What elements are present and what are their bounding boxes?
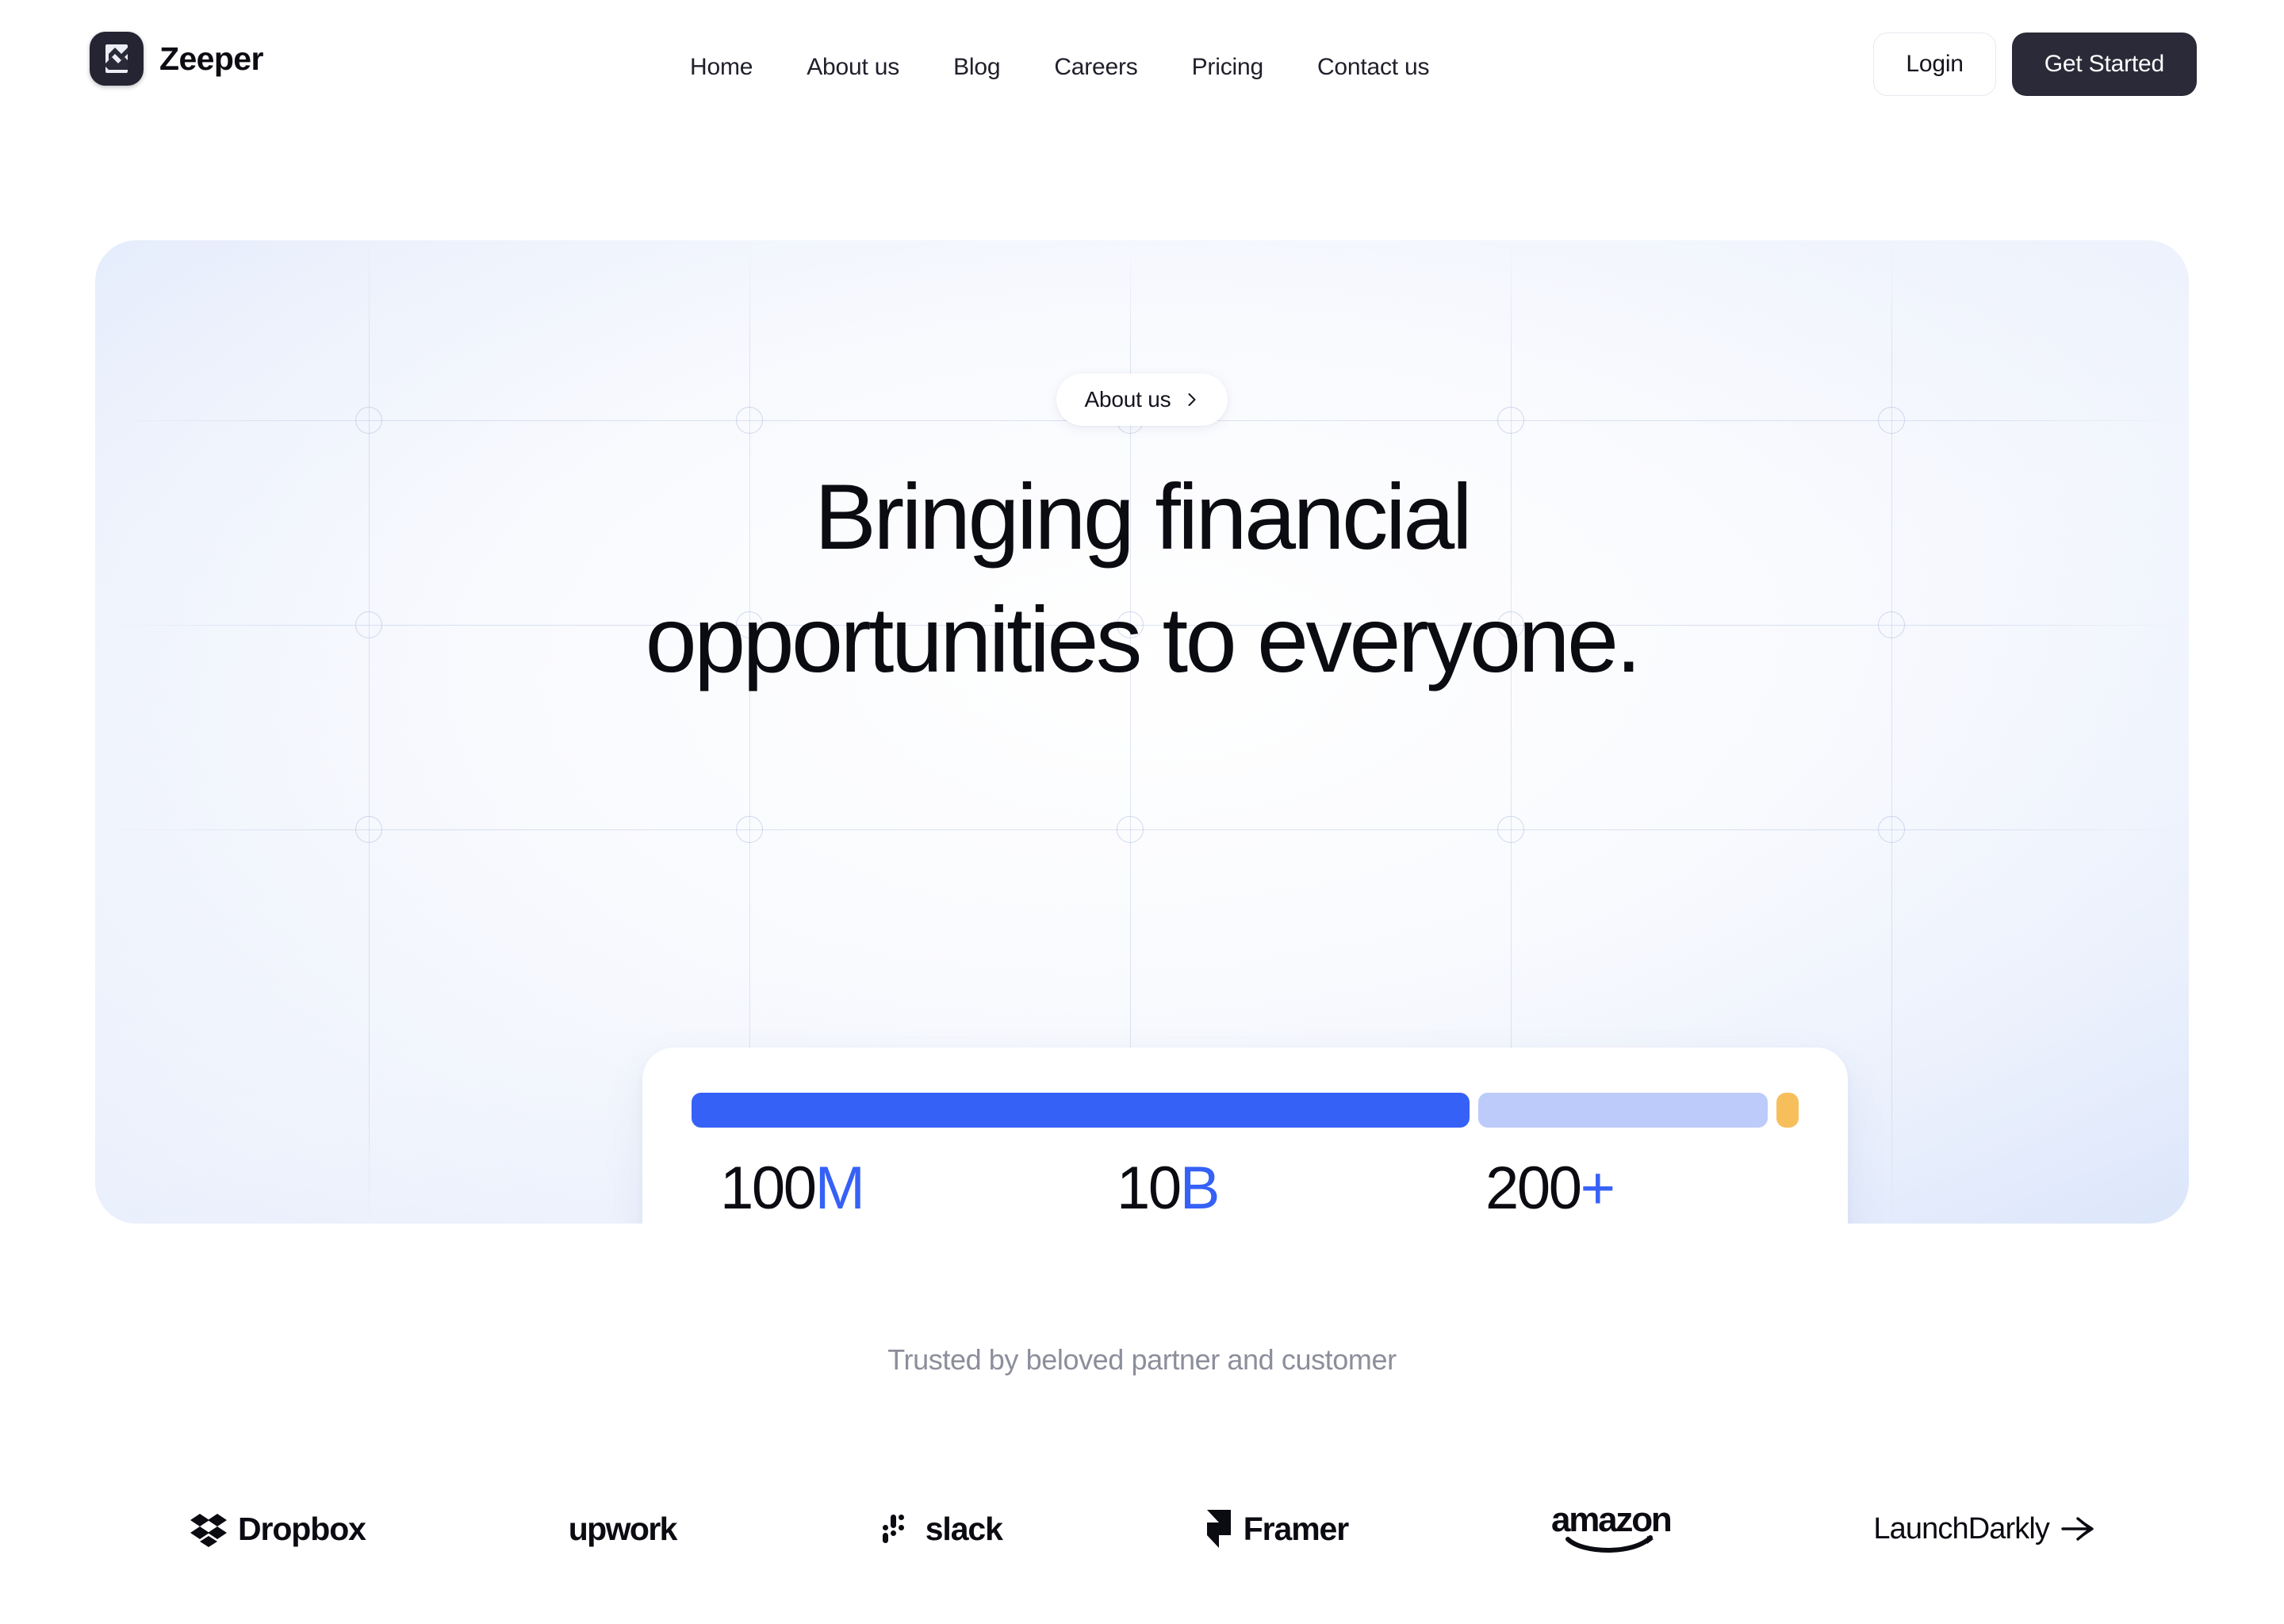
dropbox-icon bbox=[190, 1511, 227, 1547]
slack-icon bbox=[879, 1511, 914, 1546]
partner-logo-label: slack bbox=[925, 1510, 1003, 1547]
nav-item-about-us[interactable]: About us bbox=[780, 54, 926, 81]
partner-logo-upwork: upwork bbox=[568, 1503, 678, 1554]
partner-logo-label: upwork bbox=[568, 1510, 678, 1547]
chevron-right-icon bbox=[1183, 391, 1201, 408]
partner-logo-slack: slack bbox=[879, 1503, 1003, 1554]
brand-name: Zeeper bbox=[159, 40, 263, 77]
login-button[interactable]: Login bbox=[1873, 33, 1996, 96]
nav-item-home[interactable]: Home bbox=[663, 54, 780, 81]
page-title: Bringing financial opportunities to ever… bbox=[645, 470, 1642, 691]
main-navigation: Home About us Blog Careers Pricing Conta… bbox=[663, 0, 1456, 135]
partner-logo-label: Dropbox bbox=[238, 1510, 366, 1547]
stat-number: 100 bbox=[720, 1155, 817, 1222]
stat-value: 10B bbox=[1117, 1159, 1485, 1219]
partner-logo-launchdarkly: LaunchDarkly bbox=[1873, 1503, 2094, 1554]
stat-transactions: 10B in transactions bbox=[1117, 1159, 1485, 1224]
stat-value: 200+ bbox=[1485, 1159, 1834, 1219]
about-us-badge[interactable]: About us bbox=[1056, 373, 1228, 426]
stat-number: 200 bbox=[1485, 1155, 1582, 1222]
partner-logos: Dropbox upwork slack Framer amazon Launc… bbox=[190, 1485, 2094, 1572]
header-actions: Login Get Started bbox=[1873, 33, 2197, 96]
stacked-progress-bar bbox=[692, 1093, 1799, 1128]
stat-suffix: M bbox=[814, 1155, 865, 1222]
site-header: Zeeper Home About us Blog Careers Pricin… bbox=[0, 0, 2284, 135]
launchdarkly-arrow-icon bbox=[2060, 1515, 2094, 1542]
progress-segment-transactions bbox=[1478, 1093, 1768, 1128]
zeeper-mark-icon bbox=[90, 32, 144, 86]
amazon-smile-icon bbox=[1565, 1534, 1657, 1555]
partner-logo-dropbox: Dropbox bbox=[190, 1503, 366, 1554]
about-us-badge-label: About us bbox=[1084, 387, 1171, 412]
hero-section: About us Bringing financial opportunitie… bbox=[95, 240, 2189, 1224]
stats-card: 100M Active customers 10B in transaction… bbox=[642, 1048, 1848, 1224]
partner-logo-amazon: amazon bbox=[1550, 1500, 1673, 1555]
stat-global-partners: 200+ Global partners bbox=[1485, 1159, 1834, 1224]
nav-item-blog[interactable]: Blog bbox=[926, 54, 1027, 81]
partner-logo-label: amazon bbox=[1550, 1500, 1673, 1539]
stat-active-customers: 100M Active customers bbox=[720, 1159, 1117, 1224]
partner-logo-framer: Framer bbox=[1205, 1503, 1350, 1554]
trusted-by-title: Trusted by beloved partner and customer bbox=[887, 1343, 1397, 1376]
progress-segment-global-partners bbox=[1776, 1093, 1799, 1128]
stats-row: 100M Active customers 10B in transaction… bbox=[642, 1159, 1848, 1224]
nav-item-careers[interactable]: Careers bbox=[1027, 54, 1164, 81]
partner-logo-label: LaunchDarkly bbox=[1873, 1512, 2049, 1545]
stat-suffix: B bbox=[1179, 1155, 1221, 1222]
get-started-button[interactable]: Get Started bbox=[2011, 33, 2197, 96]
headline-line-1: Bringing financial bbox=[814, 465, 1473, 569]
stat-value: 100M bbox=[720, 1159, 1117, 1219]
stat-number: 10 bbox=[1117, 1155, 1182, 1222]
nav-item-contact-us[interactable]: Contact us bbox=[1290, 54, 1456, 81]
nav-item-pricing[interactable]: Pricing bbox=[1165, 54, 1290, 81]
progress-segment-active-customers bbox=[692, 1093, 1470, 1128]
stat-suffix: + bbox=[1580, 1155, 1615, 1222]
framer-icon bbox=[1205, 1508, 1232, 1549]
brand-logo[interactable]: Zeeper bbox=[90, 32, 263, 86]
headline-line-2: opportunities to everyone. bbox=[645, 588, 1642, 691]
partner-logo-label: Framer bbox=[1243, 1510, 1350, 1547]
